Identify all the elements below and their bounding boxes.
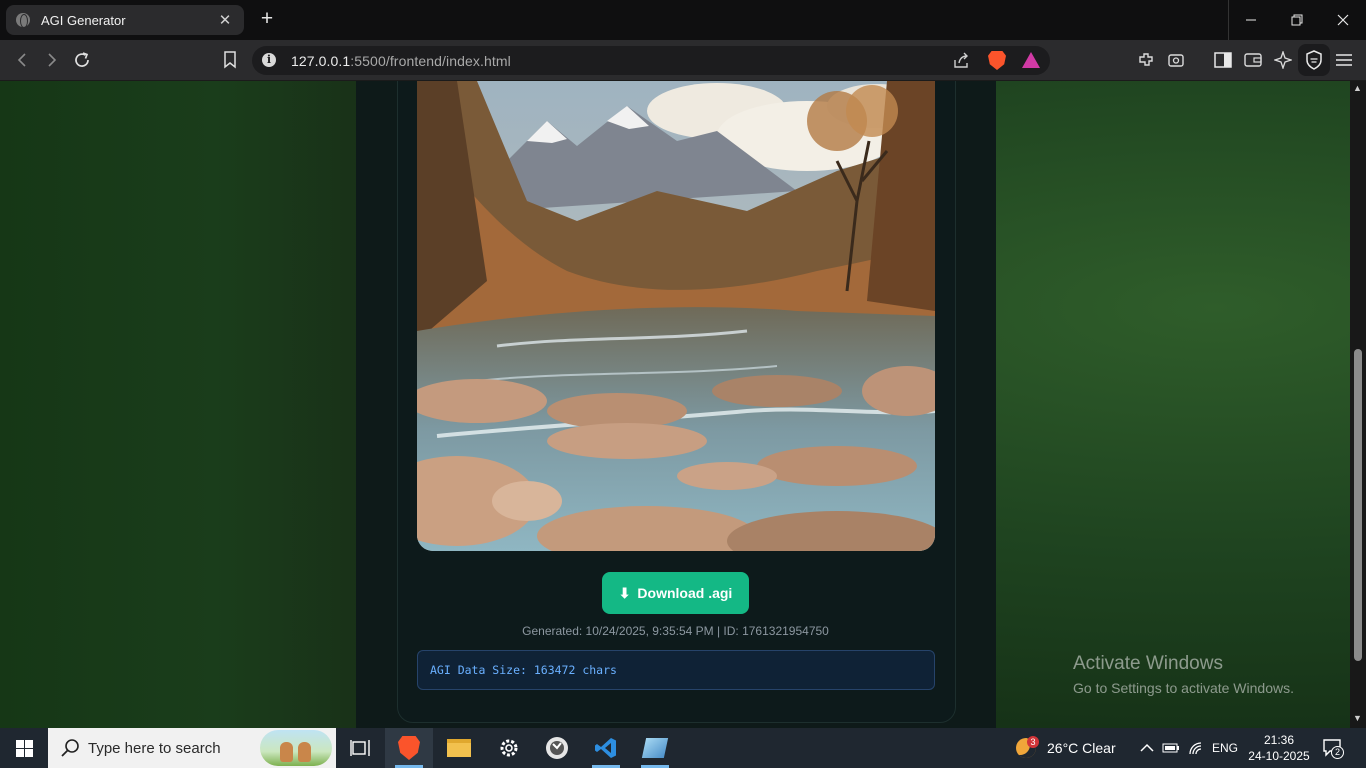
brave-shields-icon[interactable]: [988, 51, 1006, 70]
weather-text[interactable]: 26°C Clear: [1047, 740, 1116, 756]
url-host: 127.0.0.1: [291, 53, 351, 69]
download-label: Download .agi: [637, 585, 733, 601]
battery-button[interactable]: [1160, 728, 1182, 768]
vpn-button[interactable]: [1298, 44, 1330, 76]
language-indicator[interactable]: ENG: [1212, 741, 1238, 755]
sidebar-icon: [1214, 52, 1232, 68]
url-path: :5500/frontend/index.html: [350, 53, 511, 69]
taskbar-vscode[interactable]: [582, 728, 630, 768]
taskbar-app[interactable]: [533, 728, 581, 768]
windows-taskbar: Type here to search 3 26°C Clear ENG 21:…: [0, 728, 1366, 768]
search-placeholder: Type here to search: [88, 739, 221, 757]
taskbar-brave-browser[interactable]: [385, 728, 433, 768]
browser-toolbar: i 127.0.0.1:5500/frontend/index.html: [0, 40, 1366, 81]
close-tab-icon[interactable]: ✕: [216, 11, 234, 29]
show-hidden-icons-button[interactable]: [1136, 728, 1158, 768]
close-window-button[interactable]: [1320, 0, 1366, 40]
clock-time: 21:36: [1263, 733, 1295, 747]
tab-title: AGI Generator: [41, 12, 126, 28]
notification-count: 2: [1331, 746, 1344, 759]
chevron-up-icon: [1140, 743, 1154, 752]
url-text[interactable]: 127.0.0.1:5500/frontend/index.html: [291, 53, 511, 69]
gear-icon: [500, 739, 518, 757]
screenshot-icon: [1168, 54, 1184, 67]
web-page: ⬇ Download .agi Generated: 10/24/2025, 9…: [0, 81, 1350, 728]
kangaroo-illustration: [298, 742, 311, 762]
bookmark-button[interactable]: [218, 48, 242, 72]
site-info-icon[interactable]: i: [262, 53, 276, 67]
activate-windows-watermark: Activate Windows Go to Settings to activ…: [1073, 653, 1294, 696]
taskbar-settings[interactable]: [485, 728, 533, 768]
forward-arrow-icon: [48, 53, 57, 67]
menu-button[interactable]: [1332, 48, 1356, 72]
browser-tab[interactable]: AGI Generator ✕: [6, 5, 244, 35]
tab-bar: AGI Generator ✕ +: [0, 0, 1366, 40]
data-size-text: AGI Data Size: 163472 chars: [430, 663, 617, 677]
taskbar-app-2[interactable]: [631, 728, 679, 768]
share-icon: [954, 52, 968, 68]
back-button[interactable]: [10, 48, 34, 72]
reload-icon: [75, 52, 89, 67]
puzzle-icon: [1139, 53, 1153, 66]
data-size-panel: AGI Data Size: 163472 chars: [417, 650, 935, 690]
clock-date: 24-10-2025: [1248, 749, 1310, 763]
minimize-button[interactable]: [1228, 0, 1274, 40]
taskbar-file-explorer[interactable]: [435, 728, 483, 768]
clock[interactable]: 21:36 24-10-2025: [1244, 732, 1314, 764]
search-icon: [61, 739, 79, 757]
notepad-icon: [641, 738, 669, 758]
scroll-thumb[interactable]: [1354, 349, 1362, 661]
watermark-title: Activate Windows: [1073, 653, 1223, 674]
wallet-button[interactable]: [1241, 48, 1265, 72]
bookmark-icon: [224, 51, 236, 69]
start-button[interactable]: [0, 728, 48, 768]
background-left: [0, 81, 360, 728]
search-highlight-illustration: [260, 730, 332, 766]
scroll-down-arrow-icon[interactable]: ▼: [1353, 713, 1362, 723]
landscape-artwork: [417, 81, 935, 551]
battery-icon: [1162, 743, 1179, 753]
forward-button[interactable]: [40, 48, 64, 72]
generation-info: Generated: 10/24/2025, 9:35:54 PM | ID: …: [522, 624, 829, 638]
new-tab-button[interactable]: +: [256, 8, 278, 30]
vscode-icon: [595, 738, 616, 758]
weather-widget-icon-container[interactable]: [1008, 728, 1044, 768]
wifi-icon: [1189, 742, 1202, 755]
globe-icon: [16, 13, 30, 28]
brave-rewards-icon[interactable]: [1022, 52, 1040, 68]
share-button[interactable]: [949, 48, 973, 72]
restore-icon: [1291, 14, 1303, 26]
download-agi-button[interactable]: ⬇ Download .agi: [602, 572, 749, 614]
notification-center-button[interactable]: 2: [1322, 738, 1344, 759]
reload-button[interactable]: [70, 48, 94, 72]
kangaroo-illustration: [280, 742, 293, 762]
task-view-icon: [350, 740, 370, 756]
shield-icon: [1306, 50, 1322, 70]
scroll-up-arrow-icon[interactable]: ▲: [1353, 83, 1362, 93]
watermark-subtitle: Go to Settings to activate Windows.: [1073, 680, 1294, 696]
taskbar-search[interactable]: Type here to search: [48, 728, 336, 768]
network-button[interactable]: [1185, 728, 1207, 768]
weather-badge: 3: [1027, 736, 1039, 748]
download-icon: ⬇: [618, 584, 631, 601]
sparkle-icon: [1274, 51, 1292, 69]
task-view-button[interactable]: [336, 728, 384, 768]
page-scrollbar[interactable]: ▲ ▼: [1350, 81, 1366, 728]
windows-logo-icon: [15, 739, 33, 757]
restore-button[interactable]: [1274, 0, 1320, 40]
generated-image: [417, 81, 935, 551]
sidebar-button[interactable]: [1211, 48, 1235, 72]
hamburger-icon: [1336, 54, 1352, 66]
screenshot-button[interactable]: [1164, 48, 1188, 72]
address-bar[interactable]: i 127.0.0.1:5500/frontend/index.html: [252, 46, 1050, 75]
minimize-icon: [1246, 19, 1256, 21]
brave-browser-icon: [398, 736, 420, 760]
close-icon: [1337, 14, 1349, 26]
app-icon: [546, 737, 568, 759]
folder-icon: [447, 739, 471, 757]
wallet-icon: [1244, 53, 1262, 67]
back-arrow-icon: [17, 53, 26, 67]
extensions-button[interactable]: [1134, 48, 1158, 72]
leo-ai-button[interactable]: [1271, 48, 1295, 72]
